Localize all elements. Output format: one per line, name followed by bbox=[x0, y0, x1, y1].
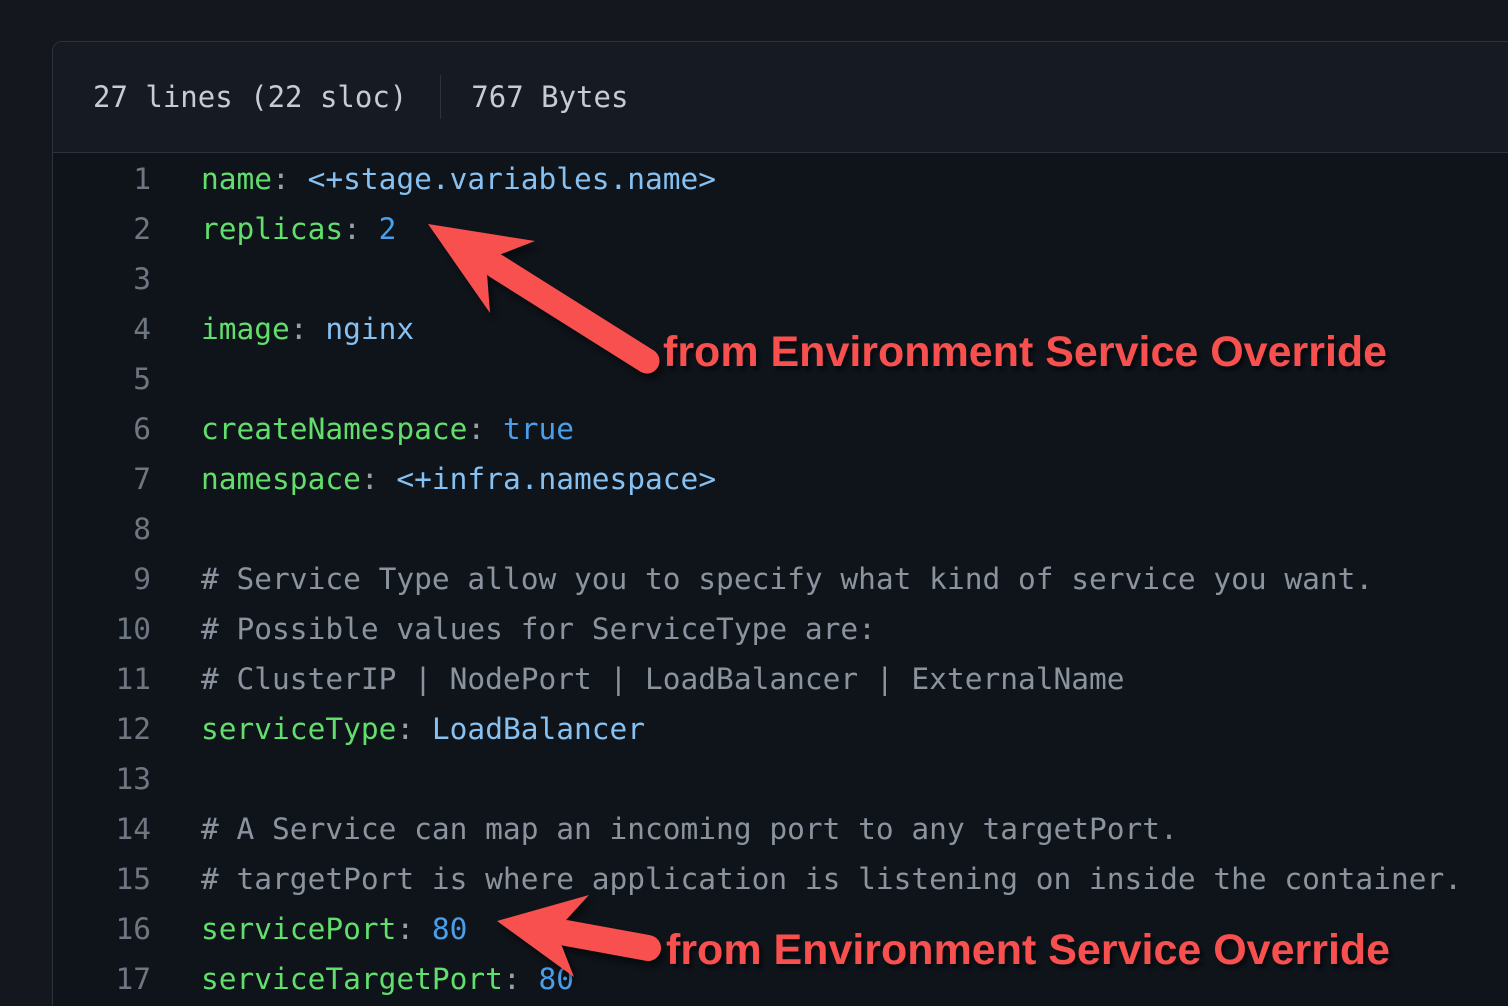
code-line-content: image: nginx bbox=[151, 304, 414, 354]
line-number[interactable]: 4 bbox=[53, 304, 151, 354]
code-line-6: 6createNamespace: true bbox=[53, 404, 1508, 454]
line-number[interactable]: 13 bbox=[53, 754, 151, 804]
code-line-2: 2replicas: 2 bbox=[53, 204, 1508, 254]
code-line-content: # targetPort is where application is lis… bbox=[151, 854, 1462, 904]
annotation-text-replicas: from Environment Service Override bbox=[663, 330, 1387, 374]
line-number[interactable]: 11 bbox=[53, 654, 151, 704]
code-line-content: # A Service can map an incoming port to … bbox=[151, 804, 1178, 854]
code-line-content: namespace: <+infra.namespace> bbox=[151, 454, 716, 504]
code-line-12: 12serviceType: LoadBalancer bbox=[53, 704, 1508, 754]
file-viewer-card: 27 lines (22 sloc) 767 Bytes 1name: <+st… bbox=[52, 41, 1508, 1006]
code-line-14: 14# A Service can map an incoming port t… bbox=[53, 804, 1508, 854]
line-number[interactable]: 9 bbox=[53, 554, 151, 604]
code-line-8: 8 bbox=[53, 504, 1508, 554]
code-line-9: 9# Service Type allow you to specify wha… bbox=[53, 554, 1508, 604]
line-number[interactable]: 6 bbox=[53, 404, 151, 454]
line-number[interactable]: 8 bbox=[53, 504, 151, 554]
code-line-content: replicas: 2 bbox=[151, 204, 396, 254]
file-header: 27 lines (22 sloc) 767 Bytes bbox=[53, 42, 1508, 153]
code-area: 1name: <+stage.variables.name>2replicas:… bbox=[53, 153, 1508, 1004]
code-line-13: 13 bbox=[53, 754, 1508, 804]
line-number[interactable]: 7 bbox=[53, 454, 151, 504]
code-line-10: 10# Possible values for ServiceType are: bbox=[53, 604, 1508, 654]
line-number[interactable]: 17 bbox=[53, 954, 151, 1004]
code-line-content bbox=[151, 254, 201, 304]
line-number[interactable]: 5 bbox=[53, 354, 151, 404]
file-lines-info: 27 lines (22 sloc) bbox=[93, 80, 407, 114]
line-number[interactable]: 10 bbox=[53, 604, 151, 654]
file-size-info: 767 Bytes bbox=[471, 80, 628, 114]
code-line-content: servicePort: 80 bbox=[151, 904, 467, 954]
code-line-content: serviceType: LoadBalancer bbox=[151, 704, 645, 754]
code-line-11: 11# ClusterIP | NodePort | LoadBalancer … bbox=[53, 654, 1508, 704]
code-line-15: 15# targetPort is where application is l… bbox=[53, 854, 1508, 904]
code-line-3: 3 bbox=[53, 254, 1508, 304]
code-line-content bbox=[151, 504, 201, 554]
code-line-content: # Possible values for ServiceType are: bbox=[151, 604, 876, 654]
line-number[interactable]: 14 bbox=[53, 804, 151, 854]
header-divider bbox=[440, 75, 441, 119]
code-line-content: serviceTargetPort: 80 bbox=[151, 954, 574, 1004]
code-line-content: # Service Type allow you to specify what… bbox=[151, 554, 1373, 604]
code-line-content: createNamespace: true bbox=[151, 404, 574, 454]
code-line-content: name: <+stage.variables.name> bbox=[151, 154, 716, 204]
code-line-content bbox=[151, 754, 201, 804]
line-number[interactable]: 16 bbox=[53, 904, 151, 954]
line-number[interactable]: 3 bbox=[53, 254, 151, 304]
code-line-7: 7namespace: <+infra.namespace> bbox=[53, 454, 1508, 504]
annotation-text-serviceport: from Environment Service Override bbox=[666, 928, 1390, 972]
code-line-1: 1name: <+stage.variables.name> bbox=[53, 154, 1508, 204]
line-number[interactable]: 1 bbox=[53, 154, 151, 204]
code-line-content bbox=[151, 354, 201, 404]
code-line-content: # ClusterIP | NodePort | LoadBalancer | … bbox=[151, 654, 1125, 704]
line-number[interactable]: 12 bbox=[53, 704, 151, 754]
line-number[interactable]: 2 bbox=[53, 204, 151, 254]
line-number[interactable]: 15 bbox=[53, 854, 151, 904]
